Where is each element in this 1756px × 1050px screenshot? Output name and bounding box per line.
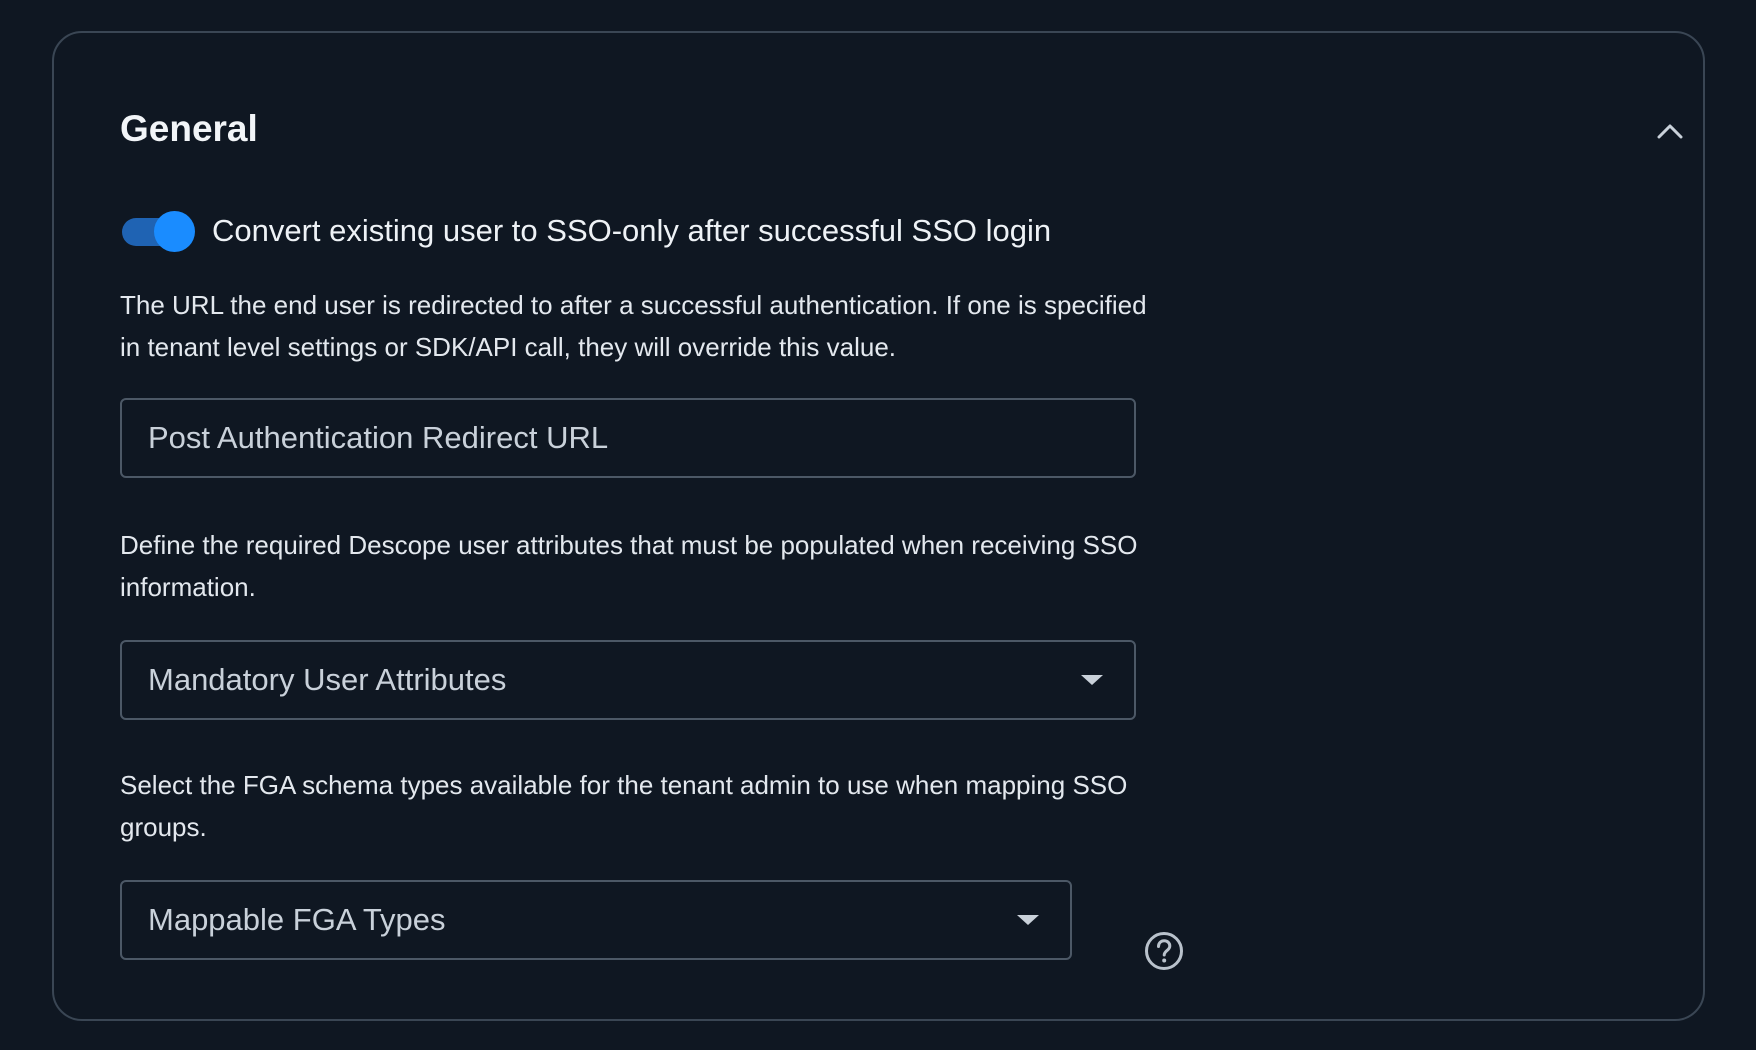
mandatory-attributes-description: Define the required Descope user attribu… — [120, 530, 1138, 602]
mandatory-attributes-placeholder: Mandatory User Attributes — [148, 662, 507, 697]
dropdown-arrow-icon — [1017, 915, 1039, 925]
fga-types-description: Select the FGA schema types available fo… — [120, 770, 1128, 842]
help-circle-icon — [1145, 932, 1183, 970]
collapse-button[interactable] — [1650, 111, 1690, 151]
fga-types-select[interactable]: Mappable FGA Types — [120, 880, 1072, 960]
redirect-url-description: The URL the end user is redirected to af… — [120, 290, 1147, 362]
fga-types-placeholder: Mappable FGA Types — [148, 902, 446, 937]
toggle-knob — [154, 211, 195, 252]
sso-only-toggle[interactable] — [120, 210, 196, 252]
general-settings-card: General Convert existing user to SSO-onl… — [52, 31, 1705, 1021]
chevron-up-icon — [1657, 124, 1683, 139]
redirect-url-input[interactable] — [122, 400, 1134, 476]
sso-only-toggle-label: Convert existing user to SSO-only after … — [212, 213, 1052, 248]
mandatory-attributes-select[interactable]: Mandatory User Attributes — [120, 640, 1136, 720]
dropdown-arrow-icon — [1081, 675, 1103, 685]
sso-only-toggle-row: Convert existing user to SSO-only after … — [120, 209, 1051, 253]
section-title: General — [120, 108, 258, 149]
redirect-url-field[interactable] — [120, 398, 1136, 478]
fga-types-help-button[interactable] — [1144, 931, 1184, 971]
